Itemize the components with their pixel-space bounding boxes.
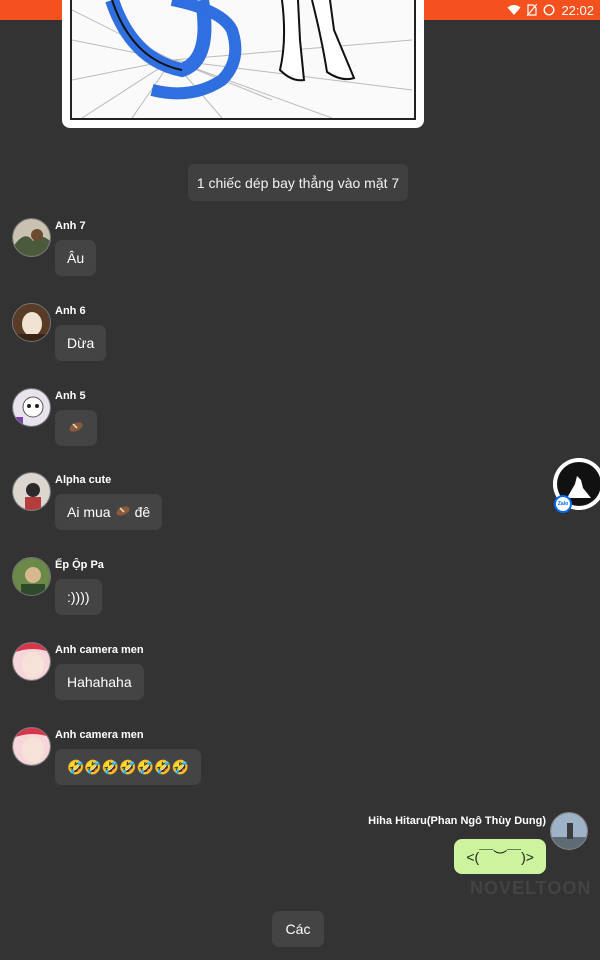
message-bubble[interactable]: Ai mua đê [55,494,163,530]
message-text: Âu [67,250,85,266]
sender-name: Anh 7 [55,220,86,232]
message-text: Hahahaha [67,674,132,690]
sender-name: Alpha cute [55,474,112,486]
avatar[interactable] [12,472,51,511]
avatar[interactable] [12,218,51,257]
avatar[interactable] [550,812,588,850]
avatar[interactable] [12,388,51,427]
message-text: <(￣︶￣)> [466,848,534,865]
zalo-badge-icon: Zalo [554,495,572,513]
message-bubble[interactable]: Hahahaha [55,664,144,700]
message-text: :)))) [67,589,90,605]
sender-name: Anh 6 [55,305,86,317]
bottom-action-button[interactable]: Các [272,911,324,947]
message-bubble[interactable]: Dừa [55,325,107,361]
message-bubble[interactable]: 🤣🤣🤣🤣🤣🤣🤣 [55,749,202,785]
avatar[interactable] [12,303,51,342]
watermark: NOVELTOON [470,878,592,898]
sync-circle-icon [543,4,555,16]
avatar[interactable] [12,727,51,766]
sender-name: Ếp Ộp Pa [55,559,104,571]
wifi-icon [507,4,521,16]
sender-name: Anh camera men [55,644,144,656]
message-bubble[interactable]: :)))) [55,579,102,615]
no-sim-icon [527,4,538,16]
sandal-emoji-icon [115,504,131,520]
message-text: đê [134,504,151,520]
comic-panel-image [62,0,424,128]
avatar[interactable] [12,642,51,681]
message-text: 🤣🤣🤣🤣🤣🤣🤣 [67,758,190,775]
avatar[interactable] [12,557,51,596]
self-message: Hiha Hitaru(Phan Ngô Thùy Dung) <(￣︶￣)> [8,810,588,880]
system-message: 1 chiếc dép bay thẳng vào mặt 7 [188,164,408,201]
message-bubble[interactable]: Âu [55,240,97,276]
sender-name: Anh 5 [55,390,86,402]
message-bubble[interactable]: <(￣︶￣)> [454,839,546,874]
sandal-emoji-icon [68,420,84,436]
message-text: Ai mua [67,504,111,520]
sender-name: Hiha Hitaru(Phan Ngô Thùy Dung) [368,815,546,827]
message-bubble[interactable] [55,410,97,446]
message-text: Dừa [67,335,95,351]
sender-name: Anh camera men [55,729,144,741]
status-time: 22:02 [561,2,594,18]
